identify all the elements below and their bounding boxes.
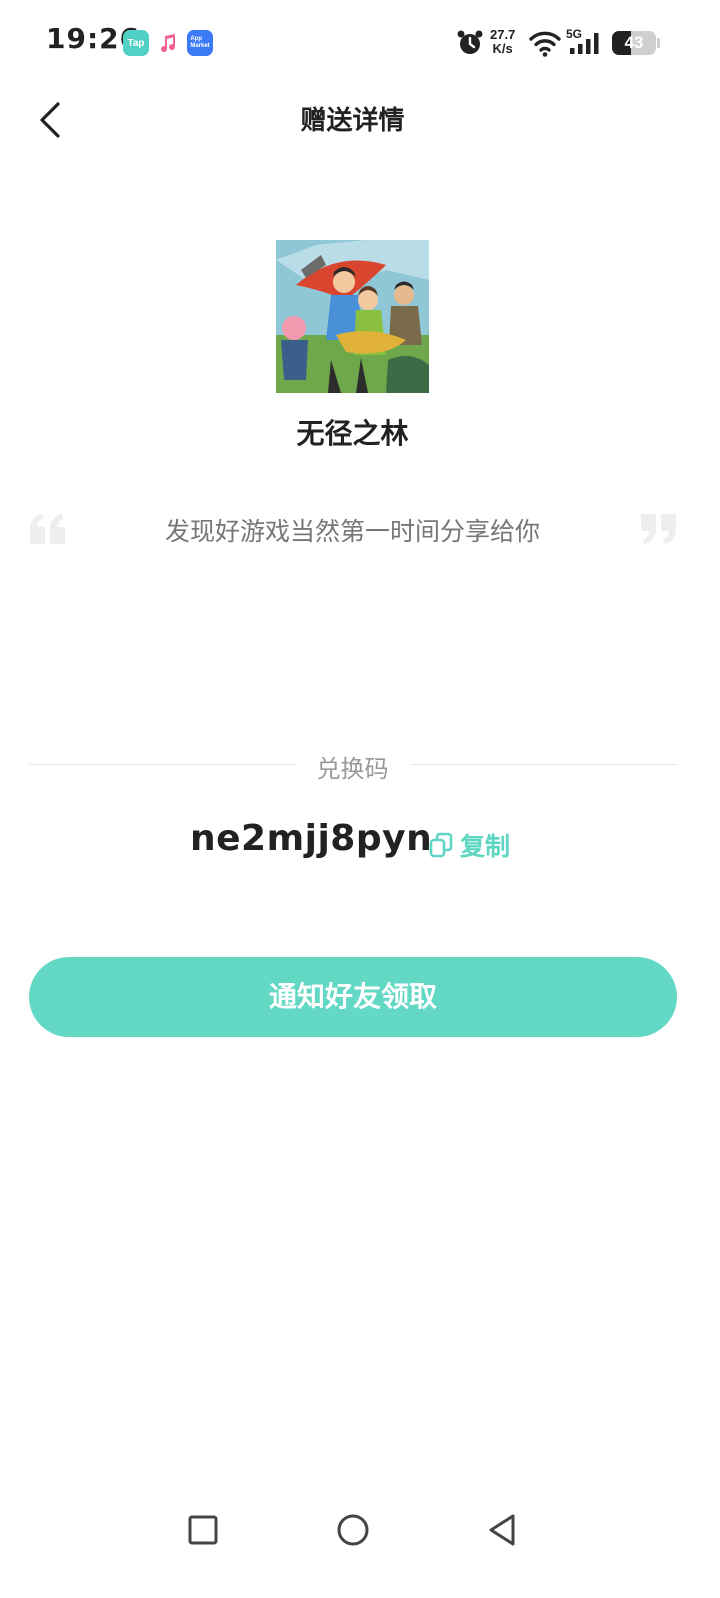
redeem-code-value: ne2mjj8pyn [190,818,433,859]
signal-icon [570,33,599,54]
recent-apps-button[interactable] [181,1508,225,1552]
wifi-icon [529,31,561,57]
copy-label: 复制 [460,832,511,861]
system-back-button[interactable] [481,1508,525,1552]
taptap-app-icon: Tap [123,30,149,56]
battery-icon: 43 [612,31,656,55]
network-speed: 27.7 K/s [490,28,515,56]
page-title: 赠送详情 [300,106,405,136]
redeem-code-label: 兑换码 [316,755,389,783]
network-speed-value: 27.7 [490,27,516,42]
notify-friend-button[interactable]: 通知好友领取 [29,957,677,1037]
game-name: 无径之林 [296,417,409,450]
copy-button[interactable]: 复制 [428,827,510,863]
copy-icon [429,832,453,858]
home-button[interactable] [331,1508,375,1552]
battery-tip [657,38,660,48]
game-cover-image [276,240,429,393]
status-bar: 19:26 Tap App Market 27.7 K/s 5G 43 [0,0,720,86]
music-app-icon [155,30,181,56]
share-message: 发现好游戏当然第一时间分享给你 [164,517,540,546]
divider-right [410,764,677,765]
network-speed-unit: K/s [492,41,513,56]
battery-level: 43 [624,33,644,52]
alarm-icon [457,30,483,54]
close-quote-icon [641,514,676,544]
app-market-icon: App Market [187,30,213,56]
